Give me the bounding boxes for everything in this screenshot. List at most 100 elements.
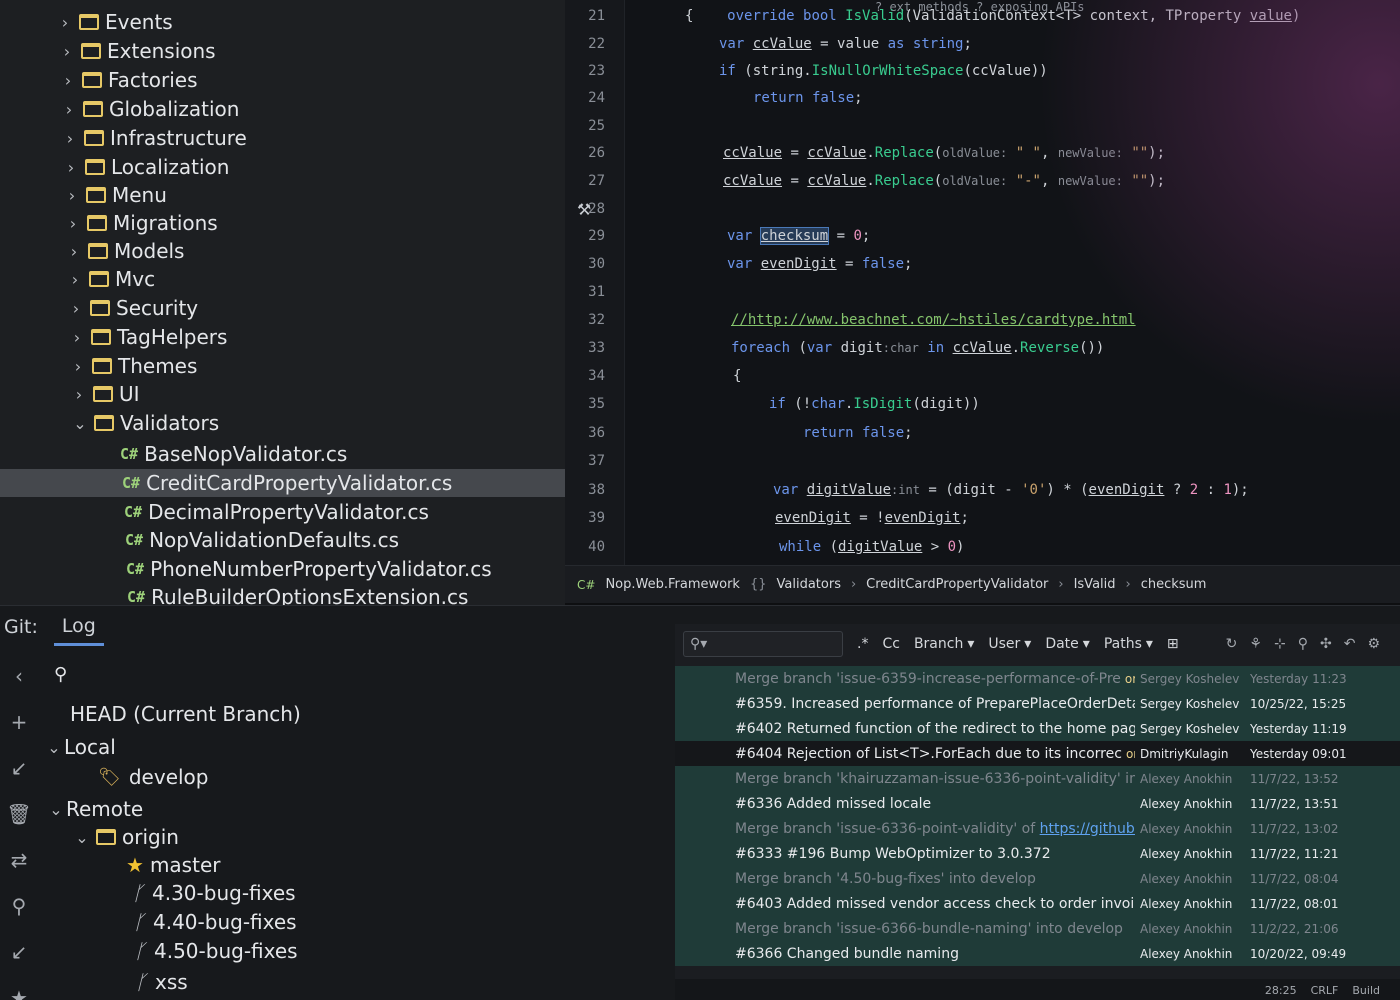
- branch-group-remote[interactable]: ⌄ Remote: [46, 797, 143, 821]
- search-icon[interactable]: ⚲: [54, 664, 67, 685]
- commit-row[interactable]: Merge branch 'issue-6366-bundle-naming' …: [675, 916, 1400, 941]
- commit-row[interactable]: #6402 Returned function of the redirect …: [675, 716, 1400, 741]
- chevron-down-icon[interactable]: ⌄: [44, 738, 64, 757]
- chevron-right-icon[interactable]: ›: [57, 42, 77, 61]
- remote-origin[interactable]: ⌄ origin: [72, 825, 179, 849]
- branch-develop[interactable]: 🏷 develop: [98, 765, 209, 789]
- filter-date[interactable]: Date ▾: [1045, 636, 1090, 652]
- tree-folder-menu[interactable]: › Menu: [62, 181, 167, 209]
- chevron-right-icon[interactable]: ›: [55, 13, 75, 32]
- delete-icon[interactable]: 🗑: [6, 802, 31, 826]
- commit-row[interactable]: Merge branch '4.50-bug-fixes' into devel…: [675, 866, 1400, 891]
- tree-file-creditcardpropertyvalidator[interactable]: C# CreditCardPropertyValidator.cs: [0, 469, 565, 497]
- tree-folder-factories[interactable]: › Factories: [58, 66, 198, 94]
- commit-row[interactable]: Merge branch 'khairuzzaman-issue-6336-po…: [675, 766, 1400, 791]
- branch-4-50-bug-fixes[interactable]: ᚴ 4.50-bug-fixes: [134, 939, 298, 963]
- tree-folder-themes[interactable]: › Themes: [68, 352, 198, 380]
- checkout-icon[interactable]: ↙: [11, 756, 28, 780]
- update-icon[interactable]: ↙: [11, 940, 28, 964]
- tree-folder-models[interactable]: › Models: [64, 237, 185, 265]
- chevron-right-icon[interactable]: ›: [62, 186, 82, 205]
- graph-options-icon[interactable]: ⊹: [1274, 636, 1286, 652]
- tree-folder-taghelpers[interactable]: › TagHelpers: [67, 323, 228, 351]
- back-icon[interactable]: ‹: [15, 664, 23, 688]
- chevron-right-icon[interactable]: ›: [60, 129, 80, 148]
- branch-group-local[interactable]: ⌄ Local: [44, 735, 116, 759]
- tree-folder-security[interactable]: › Security: [66, 294, 198, 322]
- commit-row[interactable]: Merge branch 'issue-6359-increase-perfor…: [675, 666, 1400, 691]
- tree-file-nopvalidationdefaults[interactable]: C# NopValidationDefaults.cs: [125, 526, 399, 554]
- code-editor[interactable]: 21 22 23 24 25 26 27 28 29 30 31 32 33 3…: [565, 0, 1400, 565]
- commit-row[interactable]: #6404 Rejection of List<T>.ForEach due t…: [675, 741, 1400, 766]
- comment-link[interactable]: http://www.beachnet.com/~hstiles/cardtyp…: [748, 312, 1136, 328]
- undo-icon[interactable]: ↶: [1344, 636, 1356, 652]
- chevron-right-icon[interactable]: ›: [68, 357, 88, 376]
- chevron-down-icon[interactable]: ⌄: [70, 414, 90, 433]
- tree-folder-mvc[interactable]: › Mvc: [65, 265, 155, 293]
- branch-xss[interactable]: ᚴ xss: [135, 970, 188, 994]
- chevron-right-icon[interactable]: ›: [66, 299, 86, 318]
- line-separator[interactable]: CRLF: [1311, 984, 1339, 997]
- commit-date: 11/7/22, 11:21: [1250, 846, 1339, 861]
- filter-branch[interactable]: Branch ▾: [914, 636, 974, 652]
- filter-user[interactable]: User ▾: [988, 636, 1031, 652]
- tree-folder-events[interactable]: › Events: [55, 8, 173, 36]
- chevron-down-icon[interactable]: ⌄: [46, 800, 66, 819]
- tree-folder-localization[interactable]: › Localization: [61, 153, 230, 181]
- folder-icon: [91, 329, 111, 345]
- tree-folder-infrastructure[interactable]: › Infrastructure: [60, 124, 247, 152]
- case-toggle[interactable]: Cc: [882, 636, 899, 652]
- search-icon[interactable]: ⚲: [12, 894, 27, 918]
- tree-folder-migrations[interactable]: › Migrations: [63, 209, 218, 237]
- build-status[interactable]: Build: [1352, 984, 1380, 997]
- settings-icon[interactable]: ⚙: [1367, 636, 1380, 652]
- log-search-input[interactable]: ⚲▾: [683, 631, 843, 657]
- pin-icon[interactable]: ✣: [1320, 636, 1332, 652]
- commit-row[interactable]: #6333 #196 Bump WebOptimizer to 3.0.372 A…: [675, 841, 1400, 866]
- chevron-right-icon[interactable]: ›: [58, 71, 78, 90]
- chevron-down-icon[interactable]: ⌄: [72, 828, 92, 847]
- merge-icon[interactable]: ⇄: [11, 848, 28, 872]
- tree-folder-ui[interactable]: › UI: [69, 380, 140, 408]
- chevron-right-icon[interactable]: ›: [67, 328, 87, 347]
- chevron-right-icon[interactable]: ›: [59, 100, 79, 119]
- commit-row[interactable]: Merge branch 'issue-6336-point-validity'…: [675, 816, 1400, 841]
- tree-file-rulebuilderoptionsextension[interactable]: C# RuleBuilderOptionsExtension.cs: [127, 583, 468, 605]
- branch-4-40-bug-fixes[interactable]: ᚴ 4.40-bug-fixes: [133, 910, 297, 934]
- chevron-right-icon[interactable]: ›: [65, 270, 85, 289]
- refresh-icon[interactable]: ↻: [1226, 636, 1238, 652]
- commit-row[interactable]: #6359. Increased performance of PrepareP…: [675, 691, 1400, 716]
- tree-file-decimalpropertyvalidator[interactable]: C# DecimalPropertyValidator.cs: [124, 498, 429, 526]
- breadcrumb-method[interactable]: IsValid: [1074, 577, 1116, 592]
- commit-row[interactable]: #6366 Changed bundle naming Alexey Anokhi…: [675, 941, 1400, 966]
- filter-paths[interactable]: Paths ▾: [1104, 636, 1153, 652]
- tree-file-phonenumberpropertyvalidator[interactable]: C# PhoneNumberPropertyValidator.cs: [126, 555, 492, 583]
- chevron-right-icon[interactable]: ›: [64, 242, 84, 261]
- regex-toggle[interactable]: .*: [857, 636, 868, 652]
- breadcrumb-namespace[interactable]: Validators: [777, 577, 841, 592]
- tree-folder-extensions[interactable]: › Extensions: [57, 37, 216, 65]
- breadcrumb-project[interactable]: Nop.Web.Framework: [605, 577, 740, 592]
- chevron-right-icon[interactable]: ›: [69, 385, 89, 404]
- breadcrumb-class[interactable]: CreditCardPropertyValidator: [866, 577, 1048, 592]
- cursor-position[interactable]: 28:25: [1265, 984, 1297, 997]
- tree-file-basenopvalidator[interactable]: C# BaseNopValidator.cs: [120, 440, 347, 468]
- commit-row[interactable]: #6403 Added missed vendor access check t…: [675, 891, 1400, 916]
- new-tab-icon[interactable]: ⊞: [1167, 636, 1179, 652]
- breadcrumb-variable[interactable]: checksum: [1141, 577, 1207, 592]
- commit-row[interactable]: #6336 Added missed locale Alexey Anokhin 1…: [675, 791, 1400, 816]
- tree-folder-validators[interactable]: ⌄ Validators: [70, 409, 219, 437]
- search-icon[interactable]: ⚲: [1298, 636, 1308, 652]
- branch-master[interactable]: ★ master: [126, 853, 220, 877]
- branch-4-30-bug-fixes[interactable]: ᚴ 4.30-bug-fixes: [132, 881, 296, 905]
- tab-log[interactable]: Log: [53, 609, 104, 646]
- branch-head[interactable]: HEAD (Current Branch): [70, 702, 301, 726]
- hammer-icon[interactable]: ⚒: [577, 200, 591, 219]
- commit-link[interactable]: https://github.com/khairuzzaman/: [1040, 821, 1135, 837]
- add-icon[interactable]: +: [11, 710, 28, 734]
- chevron-right-icon[interactable]: ›: [63, 214, 83, 233]
- cherry-pick-icon[interactable]: ⚘: [1249, 636, 1262, 652]
- favorite-icon[interactable]: ★: [10, 986, 28, 1000]
- chevron-right-icon[interactable]: ›: [61, 158, 81, 177]
- tree-folder-globalization[interactable]: › Globalization: [59, 95, 240, 123]
